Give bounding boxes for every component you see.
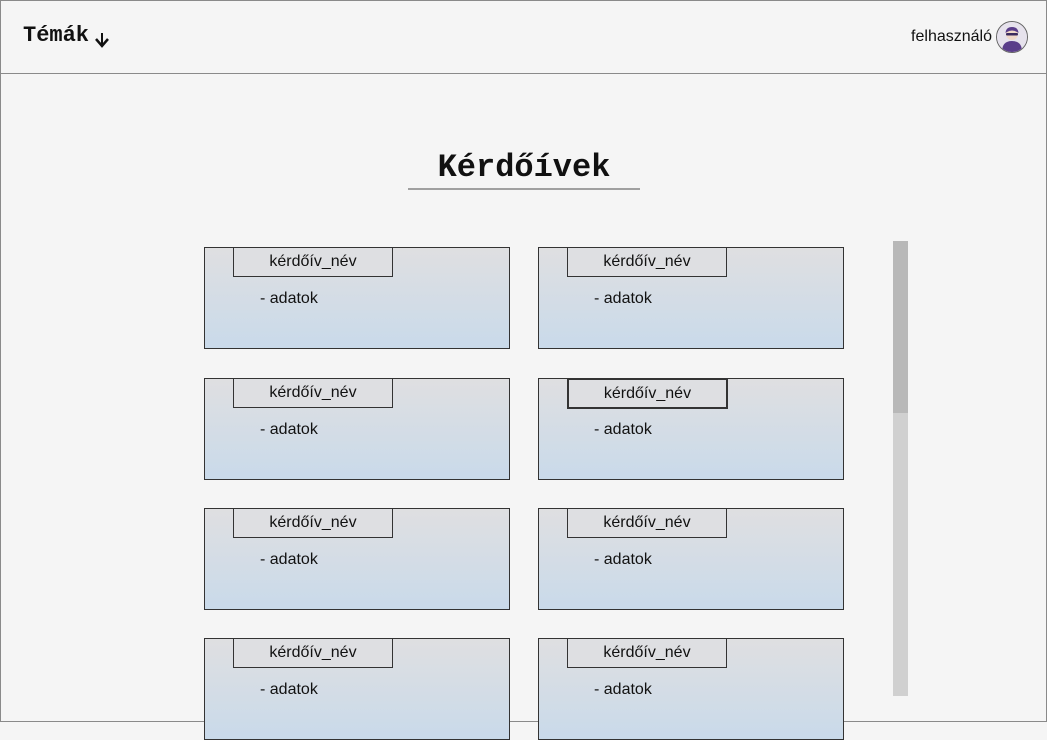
title-underline <box>408 188 640 190</box>
user-avatar-icon[interactable] <box>996 21 1028 53</box>
questionnaire-data: - adatok <box>260 421 318 438</box>
questionnaire-card[interactable]: kérdőív_név - adatok <box>204 247 510 349</box>
questionnaire-card[interactable]: kérdőív_név - adatok <box>204 508 510 610</box>
scrollbar-thumb[interactable] <box>893 241 908 413</box>
questionnaire-card[interactable]: kérdőív_név - adatok <box>538 247 844 349</box>
questionnaire-card[interactable]: kérdőív_név - adatok <box>538 638 844 740</box>
questionnaire-name: kérdőív_név <box>567 508 727 538</box>
questionnaire-data: - adatok <box>594 551 652 568</box>
app-window: Témák felhasználó Kérdőívek kérdőív_név … <box>0 0 1047 740</box>
questionnaire-name: kérdőív_név <box>233 247 393 277</box>
questionnaire-card[interactable]: kérdőív_név - adatok <box>204 638 510 740</box>
scrollbar[interactable] <box>893 241 908 696</box>
topics-dropdown[interactable]: Témák <box>23 23 109 48</box>
questionnaire-name: kérdőív_név <box>233 378 393 408</box>
questionnaire-name: kérdőív_név <box>233 508 393 538</box>
questionnaire-data: - adatok <box>594 681 652 698</box>
questionnaire-name: kérdőív_név <box>567 378 728 409</box>
user-menu[interactable]: felhasználó <box>911 21 1028 53</box>
questionnaire-data: - adatok <box>594 290 652 307</box>
questionnaire-name: kérdőív_név <box>233 638 393 668</box>
questionnaire-name: kérdőív_név <box>567 247 727 277</box>
page-title: Kérdőívek <box>437 149 611 186</box>
questionnaire-name: kérdőív_név <box>567 638 727 668</box>
questionnaire-data: - adatok <box>260 551 318 568</box>
questionnaire-card[interactable]: kérdőív_név - adatok <box>204 378 510 480</box>
username-label: felhasználó <box>911 28 992 45</box>
topics-label: Témák <box>23 23 90 48</box>
questionnaire-data: - adatok <box>260 290 318 307</box>
questionnaire-card[interactable]: kérdőív_név - adatok <box>538 508 844 610</box>
questionnaire-data: - adatok <box>260 681 318 698</box>
chevron-down-icon <box>95 30 109 48</box>
header-bar: Témák felhasználó <box>1 1 1046 74</box>
questionnaire-data: - adatok <box>594 421 652 438</box>
questionnaire-card[interactable]: kérdőív_név - adatok <box>538 378 844 480</box>
